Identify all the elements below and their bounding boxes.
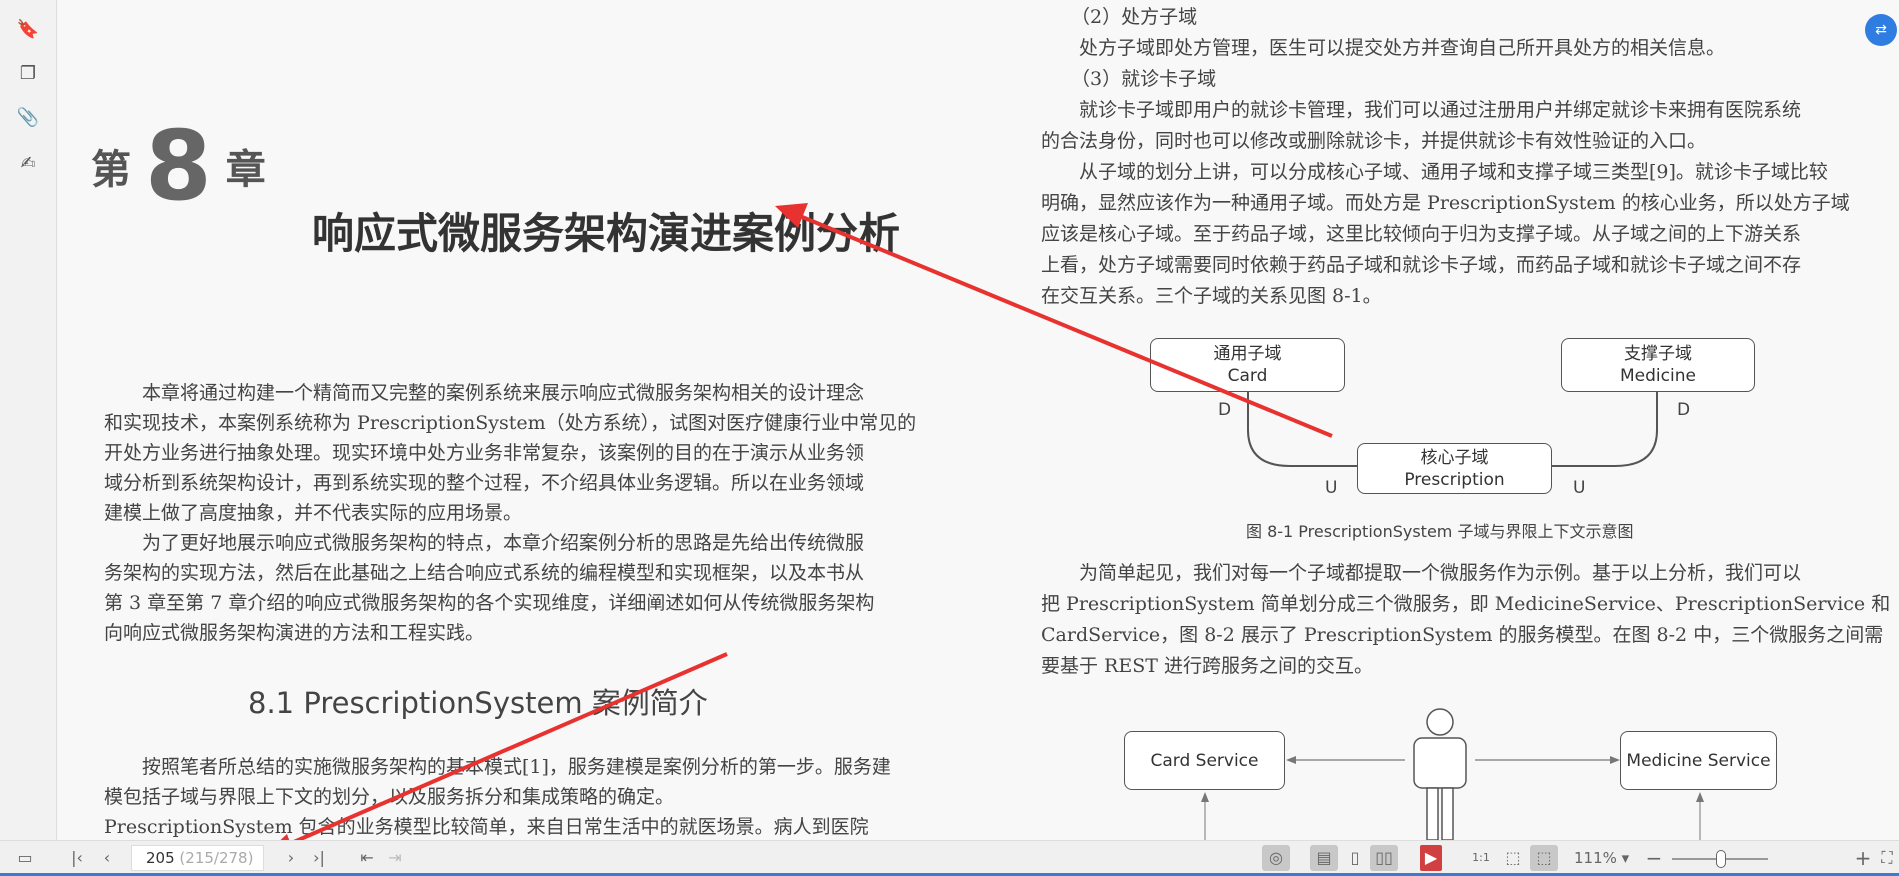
- chapter-prefix: 第: [91, 147, 131, 193]
- forward-view-icon[interactable]: ⇥: [384, 845, 406, 871]
- text-line: 建模上做了高度抽象，并不代表实际的应用场景。: [104, 502, 523, 524]
- zoom-select[interactable]: 111% ▾: [1574, 845, 1629, 871]
- text-line: 开处方业务进行抽象处理。现实环境中处方业务非常复杂，该案例的目的在于演示从业务领: [104, 442, 865, 464]
- text-line: 模包括子域与界限上下文的划分，以及服务拆分和集成策略的确定。: [104, 786, 675, 808]
- page-number-input[interactable]: 205 (215/278): [131, 845, 264, 871]
- zoom-slider[interactable]: [1672, 850, 1768, 868]
- zoom-out-button[interactable]: −: [1643, 845, 1665, 871]
- actual-size-icon[interactable]: 1:1: [1470, 845, 1492, 871]
- last-page-button[interactable]: ›|: [308, 845, 330, 871]
- figure1-caption: 图 8-1 PrescriptionSystem 子域与界限上下文示意图: [1246, 522, 1634, 541]
- attachment-icon[interactable]: 📎: [16, 106, 40, 130]
- fit-page-icon[interactable]: ⬚: [1502, 845, 1524, 871]
- text-line: 务架构的实现方法，然后在此基础之上结合响应式系统的编程模型和实现框架，以及本书从: [104, 562, 865, 584]
- pages-icon[interactable]: ❐: [16, 62, 40, 86]
- text-line: 域分析到系统架构设计，再到系统实现的整个过程，不介绍具体业务逻辑。所以在业务领域: [104, 472, 865, 494]
- zoom-slider-handle[interactable]: [1716, 850, 1726, 868]
- subheading: （3）就诊卡子域: [1071, 68, 1217, 90]
- zoom-level: 111%: [1574, 849, 1617, 867]
- box-sublabel: Card: [1227, 366, 1268, 386]
- single-page-icon[interactable]: ▯: [1342, 845, 1368, 871]
- right-text-2: 为简单起见，我们对每一个子域都提取一个微服务作为示例。基于以上分析，我们可以 把…: [1041, 558, 1891, 682]
- text-line: 第 3 章至第 7 章介绍的响应式微服务架构的各个实现维度，详细阐述如何从传统微…: [104, 592, 875, 614]
- signature-icon[interactable]: ✍: [16, 152, 40, 176]
- text-line: 明确，显然应该作为一种通用子域。而处方是 PrescriptionSystem …: [1041, 192, 1850, 214]
- text-line: 的合法身份，同时也可以修改或删除就诊卡，并提供就诊卡有效性验证的入口。: [1041, 130, 1707, 152]
- text-line: 在交互关系。三个子域的关系见图 8-1。: [1041, 285, 1382, 307]
- text-line: 本章将通过构建一个精简而又完整的案例系统来展示响应式微服务架构相关的设计理念: [142, 382, 865, 404]
- text-line: 为了更好地展示响应式微服务架构的特点，本章介绍案例分析的思路是先给出传统微服: [142, 532, 865, 554]
- chapter-digit: 8: [145, 110, 212, 222]
- text-line: 处方子域即处方管理，医生可以提交处方并查询自己所开具处方的相关信息。: [1079, 37, 1726, 59]
- page-total: (215/278): [179, 849, 254, 867]
- sidebar-toggle-icon[interactable]: ▭: [14, 845, 36, 871]
- text-line: 应该是核心子域。至于药品子域，这里比较倾向于归为支撑子域。从子域之间的上下游关系: [1041, 223, 1802, 245]
- downstream-label: D: [1677, 400, 1691, 420]
- text-line: 和实现技术，本案例系统称为 PrescriptionSystem（处方系统），试…: [104, 412, 917, 434]
- double-page-icon[interactable]: ▯▯: [1370, 845, 1398, 871]
- back-view-icon[interactable]: ⇤: [356, 845, 378, 871]
- chapter-number: 第8章: [91, 110, 266, 222]
- text-line: 把 PrescriptionSystem 简单划分成三个微服务，即 Medici…: [1041, 593, 1891, 615]
- text-line: CardService，图 8-2 展示了 PrescriptionSystem…: [1041, 624, 1884, 646]
- core-subdomain-box: 核心子域 Prescription: [1357, 443, 1552, 494]
- subheading: （2）处方子域: [1071, 6, 1198, 28]
- text-line: 按照笔者所总结的实施微服务架构的基本模式[1]，服务建模是案例分析的第一步。服务…: [142, 756, 891, 778]
- text-line: 要基于 REST 进行跨服务之间的交互。: [1041, 655, 1373, 677]
- translate-button[interactable]: ⇄: [1865, 14, 1897, 46]
- text-line: 就诊卡子域即用户的就诊卡管理，我们可以通过注册用户并绑定就诊卡来拥有医院系统: [1079, 99, 1802, 121]
- box-sublabel: Prescription: [1404, 469, 1505, 490]
- box-label: 通用子域: [1213, 344, 1282, 364]
- chapter-title: 响应式微服务架构演进案例分析: [312, 209, 901, 258]
- box-label: Medicine Service: [1626, 750, 1771, 771]
- generic-subdomain-box: 通用子域 Card: [1150, 338, 1345, 392]
- intro-text: 本章将通过构建一个精简而又完整的案例系统来展示响应式微服务架构相关的设计理念 和…: [104, 378, 916, 648]
- fullscreen-icon[interactable]: ⛶: [1876, 845, 1898, 871]
- eye-care-icon[interactable]: ◎: [1262, 845, 1290, 871]
- translate-icon: ⇄: [1875, 22, 1887, 38]
- section-text: 按照笔者所总结的实施微服务架构的基本模式[1]，服务建模是案例分析的第一步。服务…: [104, 752, 916, 842]
- downstream-label: D: [1218, 400, 1232, 420]
- text-line: 为简单起见，我们对每一个子域都提取一个微服务作为示例。基于以上分析，我们可以: [1079, 562, 1802, 584]
- prev-page-button[interactable]: ‹: [96, 845, 118, 871]
- text-line: 从子域的划分上讲，可以分成核心子域、通用子域和支撑子域三类型[9]。就诊卡子域比…: [1079, 161, 1828, 183]
- next-page-button[interactable]: ›: [280, 845, 302, 871]
- box-label: 支撑子域: [1624, 344, 1692, 364]
- text-line: PrescriptionSystem 包含的业务模型比较简单，来自日常生活中的就…: [104, 816, 869, 838]
- fit-width-icon[interactable]: ⬚: [1530, 845, 1558, 871]
- text-line: 上看，处方子域需要同时依赖于药品子域和就诊卡子域，而药品子域和就诊卡子域之间不存: [1041, 254, 1802, 276]
- medicine-service-box: Medicine Service: [1620, 731, 1777, 790]
- card-service-box: Card Service: [1124, 731, 1285, 790]
- upstream-label: U: [1325, 478, 1338, 498]
- supporting-subdomain-box: 支撑子域 Medicine: [1561, 338, 1755, 392]
- box-sublabel: Medicine: [1620, 366, 1696, 386]
- box-label: 核心子域: [1420, 447, 1489, 468]
- current-page: 205: [146, 849, 175, 867]
- right-text: （2）处方子域 处方子域即处方管理，医生可以提交处方并查询自己所开具处方的相关信…: [1041, 2, 1850, 312]
- bookmark-icon[interactable]: 🔖: [16, 18, 40, 42]
- text-line: 向响应式微服务架构演进的方法和工程实践。: [104, 622, 485, 644]
- bottom-toolbar: ▭ |‹ ‹ 205 (215/278) › ›| ⇤ ⇥ ◎ ▤ ▯ ▯▯ ▶…: [0, 840, 1899, 876]
- first-page-button[interactable]: |‹: [66, 845, 88, 871]
- play-slideshow-icon[interactable]: ▶: [1420, 845, 1442, 871]
- box-label: Card Service: [1150, 750, 1259, 771]
- left-sidebar: 🔖 ❐ 📎 ✍: [0, 0, 57, 840]
- chapter-suffix: 章: [225, 147, 266, 193]
- section-heading: 8.1 PrescriptionSystem 案例简介: [248, 686, 708, 720]
- upstream-label: U: [1573, 478, 1586, 498]
- continuous-page-icon[interactable]: ▤: [1310, 845, 1338, 871]
- zoom-in-button[interactable]: +: [1852, 845, 1874, 871]
